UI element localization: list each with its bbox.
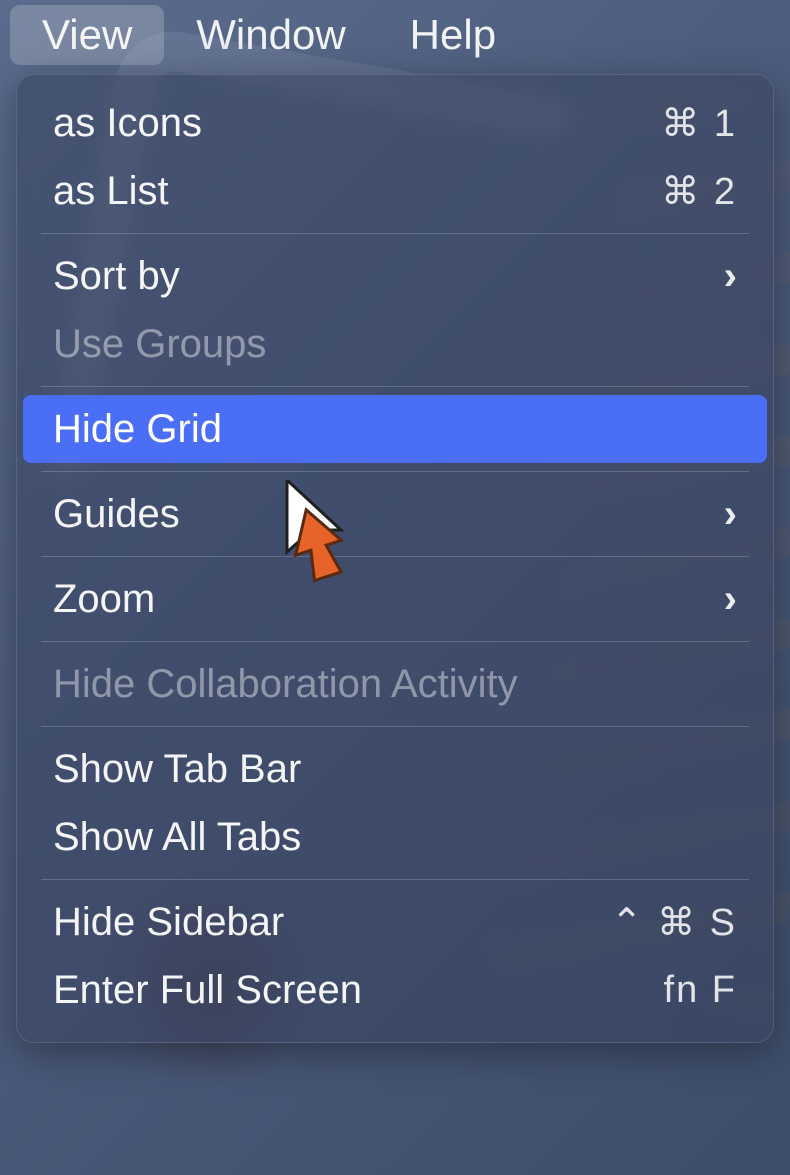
menu-separator — [41, 879, 749, 880]
chevron-right-icon: › — [724, 577, 737, 622]
menu-use-groups-label: Use Groups — [53, 322, 266, 367]
menu-hide-sidebar-label: Hide Sidebar — [53, 900, 284, 945]
menu-separator — [41, 726, 749, 727]
menu-enter-full-screen-shortcut: fn F — [664, 969, 737, 1012]
menu-hide-sidebar[interactable]: Hide Sidebar ⌃ ⌘ S — [17, 888, 773, 956]
menu-sort-by-label: Sort by — [53, 254, 180, 299]
menu-separator — [41, 556, 749, 557]
menu-enter-full-screen-label: Enter Full Screen — [53, 968, 362, 1013]
menu-guides[interactable]: Guides › — [17, 480, 773, 548]
menubar: View Window Help — [0, 0, 790, 70]
menu-separator — [41, 641, 749, 642]
menu-hide-collab-label: Hide Collaboration Activity — [53, 662, 518, 707]
menu-separator — [41, 233, 749, 234]
menu-zoom-label: Zoom — [53, 577, 155, 622]
chevron-right-icon: › — [724, 492, 737, 537]
menubar-help[interactable]: Help — [378, 5, 528, 65]
menubar-window[interactable]: Window — [164, 5, 377, 65]
menu-hide-sidebar-shortcut: ⌃ ⌘ S — [611, 900, 737, 945]
menu-separator — [41, 471, 749, 472]
menu-separator — [41, 386, 749, 387]
menu-as-icons-shortcut: ⌘ 1 — [661, 101, 737, 146]
menu-show-tab-bar-label: Show Tab Bar — [53, 747, 301, 792]
menu-zoom[interactable]: Zoom › — [17, 565, 773, 633]
menu-as-list-shortcut: ⌘ 2 — [661, 169, 737, 214]
menubar-view[interactable]: View — [10, 5, 164, 65]
menu-sort-by[interactable]: Sort by › — [17, 242, 773, 310]
menu-guides-label: Guides — [53, 492, 180, 537]
menu-hide-grid-label: Hide Grid — [53, 407, 222, 452]
chevron-right-icon: › — [724, 254, 737, 299]
menu-use-groups: Use Groups — [17, 310, 773, 378]
menu-enter-full-screen[interactable]: Enter Full Screen fn F — [17, 956, 773, 1024]
menu-show-tab-bar[interactable]: Show Tab Bar — [17, 735, 773, 803]
menu-as-icons-label: as Icons — [53, 101, 202, 146]
view-menu-dropdown: as Icons ⌘ 1 as List ⌘ 2 Sort by › Use G… — [16, 74, 774, 1043]
menu-as-icons[interactable]: as Icons ⌘ 1 — [17, 89, 773, 157]
menu-hide-grid[interactable]: Hide Grid — [23, 395, 767, 463]
menu-show-all-tabs-label: Show All Tabs — [53, 815, 301, 860]
menu-hide-collaboration-activity: Hide Collaboration Activity — [17, 650, 773, 718]
menu-as-list-label: as List — [53, 169, 169, 214]
menu-show-all-tabs[interactable]: Show All Tabs — [17, 803, 773, 871]
menu-as-list[interactable]: as List ⌘ 2 — [17, 157, 773, 225]
